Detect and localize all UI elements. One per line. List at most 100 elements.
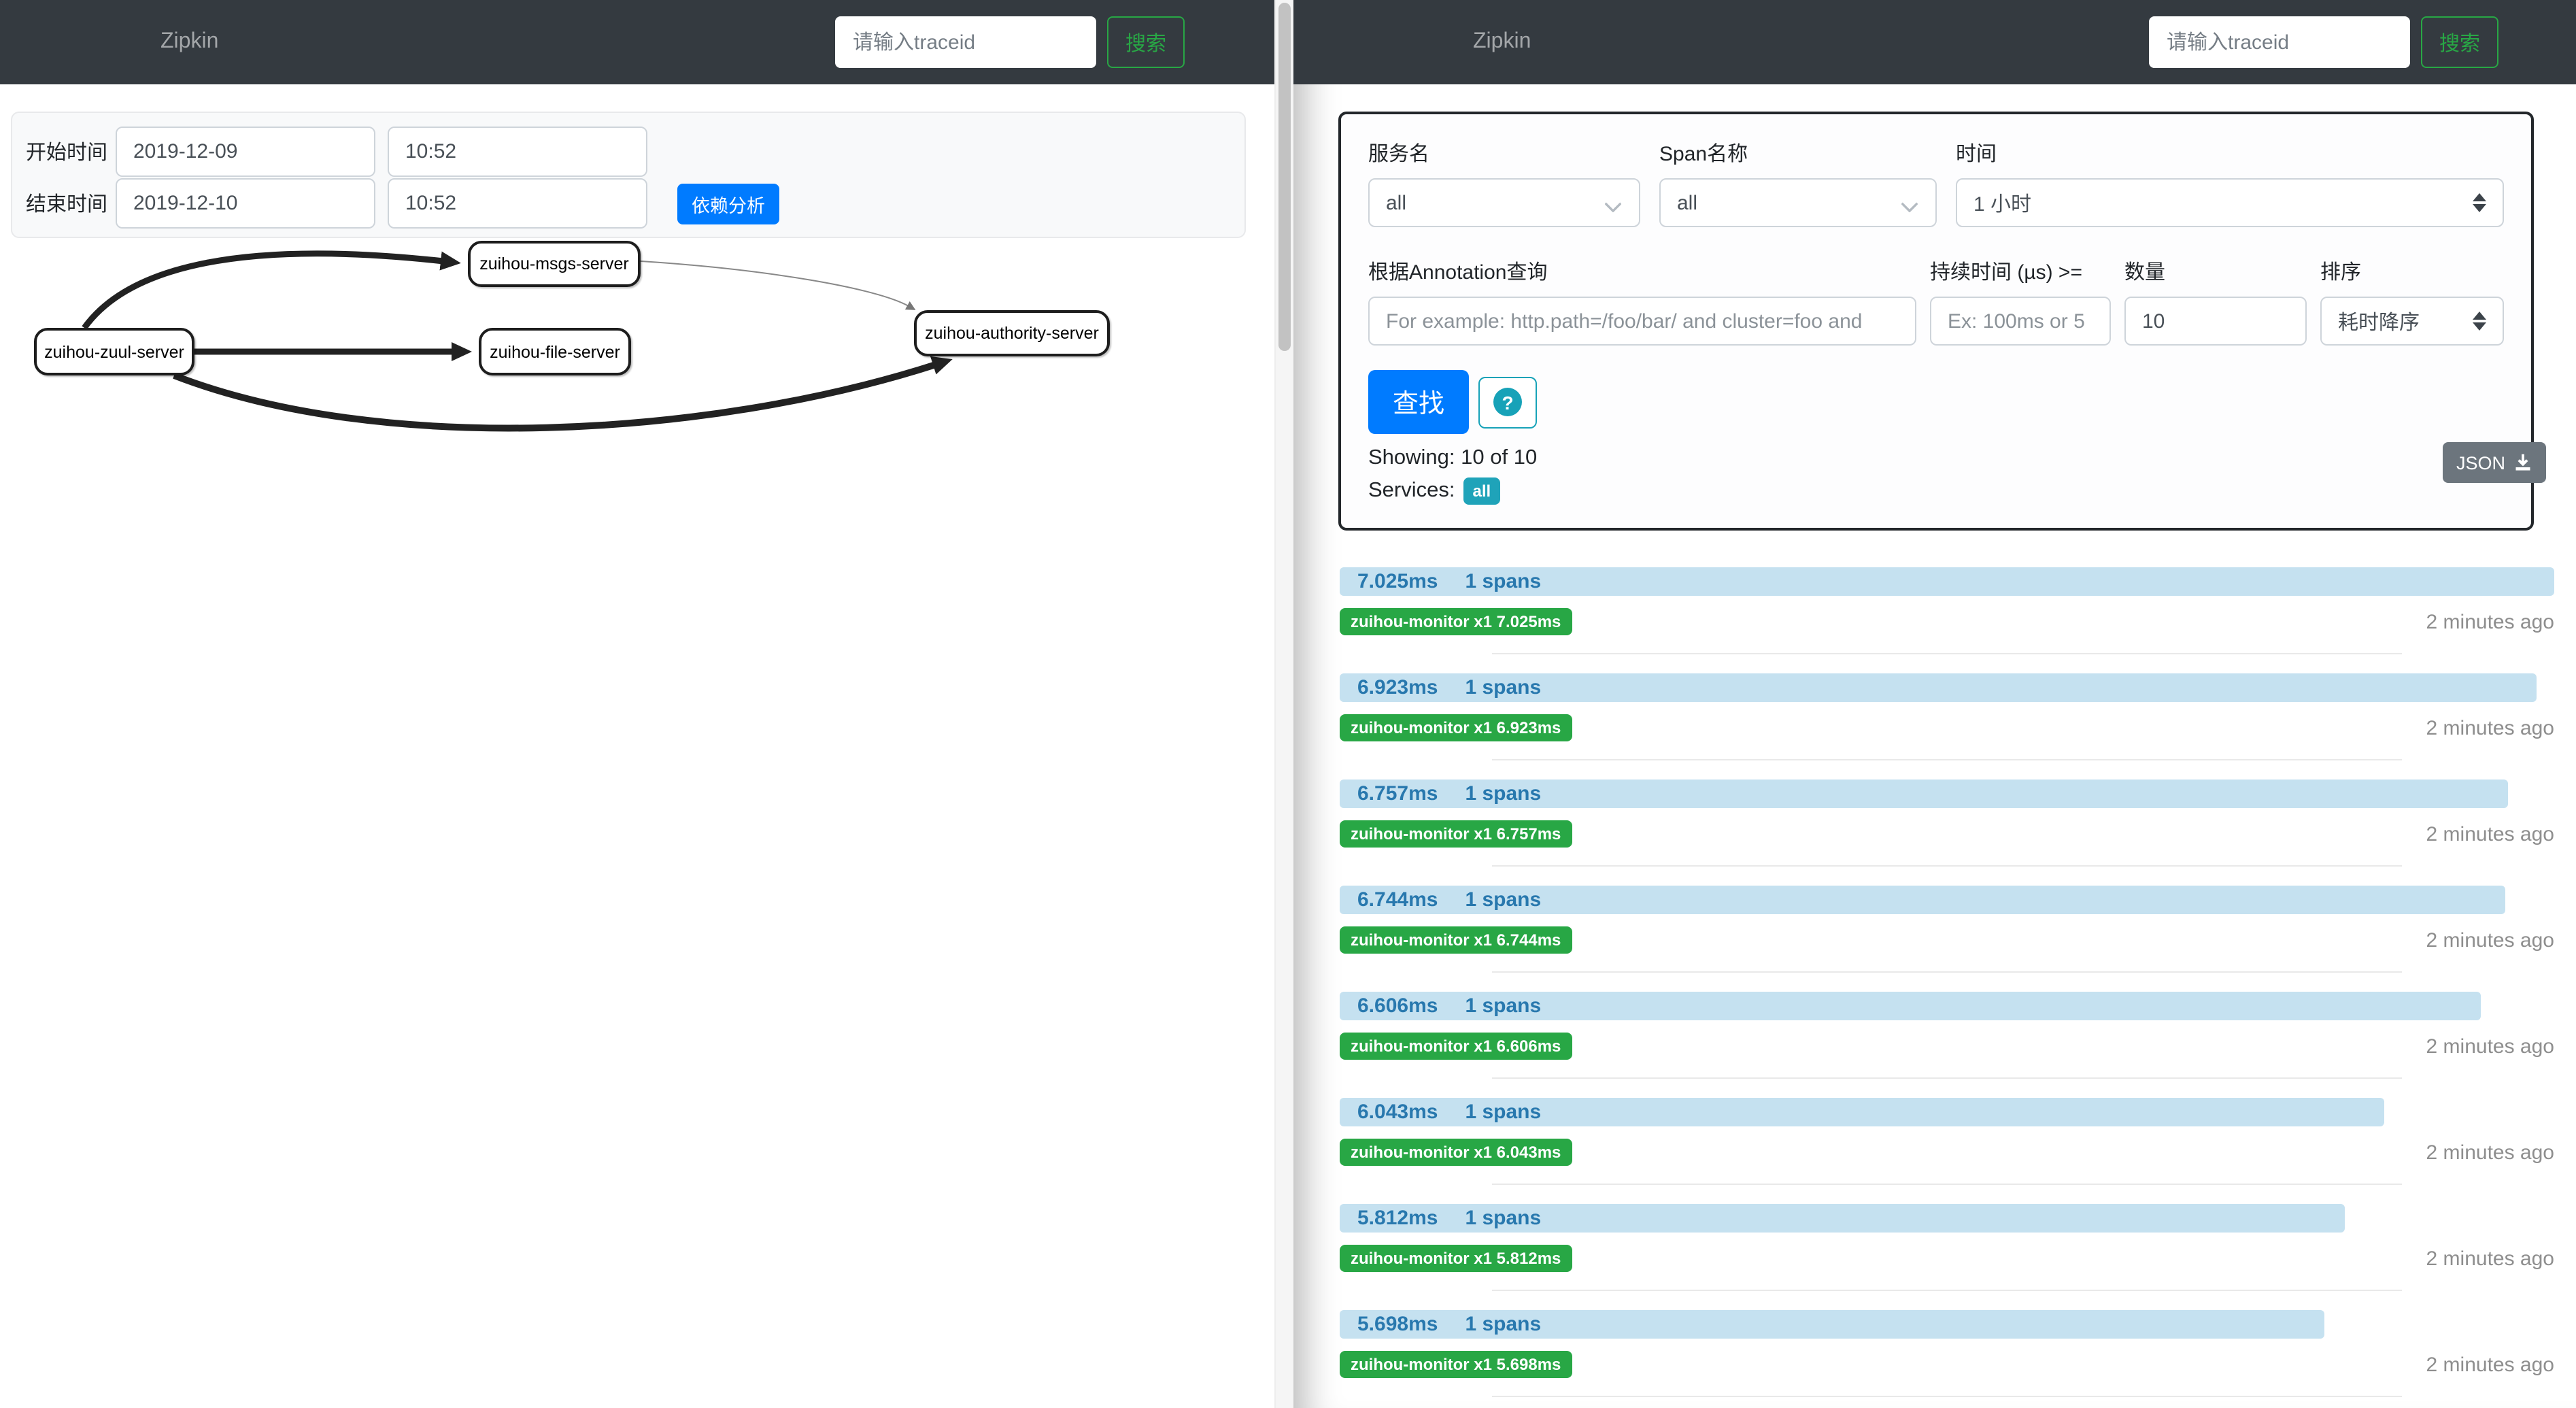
trace-timestamp: 2 minutes ago [2426, 1035, 2554, 1058]
help-button[interactable]: ? [1478, 376, 1537, 428]
trace-search-group: 搜索 [835, 16, 1185, 68]
trace-row[interactable]: 5.812ms 1 spans zuihou-monitor x1 5.812m… [1340, 1204, 2554, 1310]
trace-meta: zuihou-monitor x1 6.043ms 2 minutes ago [1340, 1139, 2554, 1166]
start-time-label: 开始时间 [26, 137, 116, 166]
end-time-row: 结束时间 [26, 178, 1244, 229]
dependency-graph: zuihou-zuul-server zuihou-msgs-server zu… [0, 231, 1274, 612]
lookback-select[interactable]: 1 小时 [1956, 178, 2504, 227]
graph-node-file-server[interactable]: zuihou-file-server [479, 328, 631, 375]
trace-timestamp: 2 minutes ago [2426, 1247, 2554, 1270]
search-button[interactable]: 搜索 [2421, 16, 2498, 68]
trace-timestamp: 2 minutes ago [2426, 716, 2554, 739]
left-navbar: Zipkin 搜索 [0, 0, 1274, 84]
trace-meta: zuihou-monitor x1 6.606ms 2 minutes ago [1340, 1033, 2554, 1060]
trace-duration: 6.923ms [1357, 676, 1438, 699]
min-duration-input[interactable] [1930, 297, 2111, 346]
services-line: Services: all [1368, 477, 2504, 505]
row-divider [1491, 1290, 2403, 1291]
trace-row[interactable]: 5.698ms 1 spans zuihou-monitor x1 5.698m… [1340, 1310, 2554, 1408]
chevron-down-icon [1606, 197, 1623, 208]
annotation-input[interactable] [1368, 297, 1916, 346]
sort-select[interactable]: 耗时降序 [2320, 297, 2504, 346]
service-span-badge: zuihou-monitor x1 6.923ms [1340, 714, 1572, 741]
trace-duration: 6.757ms [1357, 782, 1438, 805]
service-span-badge: zuihou-monitor x1 6.043ms [1340, 1139, 1572, 1166]
annotation-field: 根据Annotation查询 [1368, 257, 1916, 346]
start-clock-input[interactable] [388, 127, 647, 177]
trace-duration: 5.698ms [1357, 1313, 1438, 1336]
download-icon [2513, 453, 2532, 472]
end-date-input[interactable] [116, 178, 375, 229]
end-clock-input[interactable] [388, 178, 647, 229]
trace-row[interactable]: 6.923ms 1 spans zuihou-monitor x1 6.923m… [1340, 673, 2554, 780]
trace-row[interactable]: 6.757ms 1 spans zuihou-monitor x1 6.757m… [1340, 780, 2554, 886]
start-date-input[interactable] [116, 127, 375, 177]
service-select[interactable]: all [1368, 178, 1640, 227]
trace-span-count: 1 spans [1465, 1101, 1541, 1124]
trace-duration: 6.043ms [1357, 1101, 1438, 1124]
graph-node-zuul-server[interactable]: zuihou-zuul-server [34, 328, 194, 375]
search-button[interactable]: 搜索 [1107, 16, 1185, 68]
duration-label: 持续时间 (µs) >= [1930, 257, 2111, 286]
trace-row[interactable]: 6.043ms 1 spans zuihou-monitor x1 6.043m… [1340, 1098, 2554, 1204]
graph-node-msgs-server[interactable]: zuihou-msgs-server [468, 241, 641, 287]
edge-zuul-to-msgs [84, 254, 443, 328]
dependency-edges [0, 231, 1274, 612]
trace-row[interactable]: 6.606ms 1 spans zuihou-monitor x1 6.606m… [1340, 992, 2554, 1098]
trace-duration-bar: 6.757ms 1 spans [1340, 780, 2508, 808]
row-divider [1491, 971, 2403, 973]
limit-input[interactable] [2124, 297, 2307, 346]
trace-duration: 7.025ms [1357, 570, 1438, 593]
row-divider [1491, 1184, 2403, 1185]
showing-count-text: Showing: 10 of 10 [1368, 446, 2504, 471]
trace-span-count: 1 spans [1465, 570, 1541, 593]
trace-timestamp: 2 minutes ago [2426, 610, 2554, 633]
trace-timestamp: 2 minutes ago [2426, 822, 2554, 845]
trace-list: 7.025ms 1 spans zuihou-monitor x1 7.025m… [1340, 567, 2554, 1408]
filter-row-2: 根据Annotation查询 持续时间 (µs) >= 数量 排序 耗时降序 [1368, 257, 2504, 346]
trace-duration-bar: 6.923ms 1 spans [1340, 673, 2536, 702]
duration-field: 持续时间 (µs) >= [1930, 257, 2111, 346]
trace-meta: zuihou-monitor x1 6.757ms 2 minutes ago [1340, 820, 2554, 848]
trace-duration: 5.812ms [1357, 1207, 1438, 1230]
graph-node-authority-server[interactable]: zuihou-authority-server [914, 310, 1110, 356]
trace-span-count: 1 spans [1465, 676, 1541, 699]
sort-select-value: 耗时降序 [2338, 307, 2420, 335]
dependency-analyze-button[interactable]: 依赖分析 [677, 184, 779, 224]
trace-duration-bar: 6.043ms 1 spans [1340, 1098, 2384, 1126]
updown-arrows-icon [2473, 312, 2486, 331]
traceid-input[interactable] [835, 16, 1096, 68]
trace-duration: 6.606ms [1357, 994, 1438, 1018]
json-button-label: JSON [2456, 452, 2505, 473]
trace-span-count: 1 spans [1465, 782, 1541, 805]
filter-row-1: 服务名 all Span名称 all 时间 1 小时 [1368, 139, 2504, 227]
lookback-label: 时间 [1956, 139, 2504, 167]
trace-search-group: 搜索 [2149, 16, 2498, 68]
brand-link[interactable]: Zipkin [160, 30, 218, 54]
trace-timestamp: 2 minutes ago [2426, 928, 2554, 952]
trace-row[interactable]: 7.025ms 1 spans zuihou-monitor x1 7.025m… [1340, 567, 2554, 673]
trace-duration-bar: 7.025ms 1 spans [1340, 567, 2554, 596]
filter-actions: 查找 ? [1368, 370, 2504, 434]
trace-span-count: 1 spans [1465, 1313, 1541, 1336]
trace-meta: zuihou-monitor x1 5.698ms 2 minutes ago [1340, 1351, 2554, 1378]
service-span-badge: zuihou-monitor x1 6.744ms [1340, 926, 1572, 954]
trace-meta: zuihou-monitor x1 6.923ms 2 minutes ago [1340, 714, 2554, 741]
split-scrollbar-thumb[interactable] [1278, 3, 1291, 351]
service-span-badge: zuihou-monitor x1 5.698ms [1340, 1351, 1572, 1378]
zipkin-split-view: Zipkin 搜索 开始时间 结束时间 依赖分析 [0, 0, 2576, 1408]
trace-row[interactable]: 6.744ms 1 spans zuihou-monitor x1 6.744m… [1340, 886, 2554, 992]
service-select-value: all [1386, 191, 1406, 214]
edge-msgs-to-authority [641, 261, 909, 306]
services-badge: all [1463, 477, 1501, 505]
limit-label: 数量 [2124, 257, 2307, 286]
row-divider [1491, 1077, 2403, 1079]
span-select[interactable]: all [1659, 178, 1937, 227]
find-button[interactable]: 查找 [1368, 370, 1469, 434]
split-scrollbar-track[interactable] [1274, 0, 1295, 1408]
date-range-card: 开始时间 结束时间 依赖分析 [11, 112, 1246, 238]
traceid-input[interactable] [2149, 16, 2410, 68]
trace-timestamp: 2 minutes ago [2426, 1353, 2554, 1376]
brand-link[interactable]: Zipkin [1473, 30, 1531, 54]
json-download-button[interactable]: JSON [2443, 442, 2546, 483]
